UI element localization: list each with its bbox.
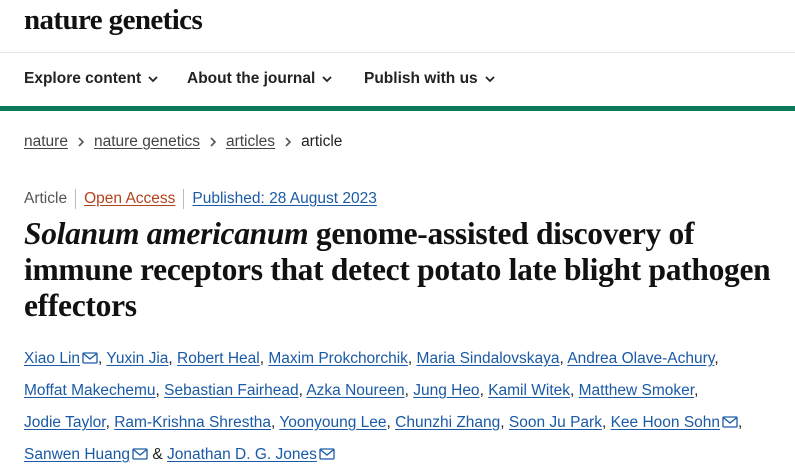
brand-divider [0,106,795,111]
author-link[interactable]: Jung Heo [413,382,479,399]
chevron-down-icon [148,76,158,83]
author-link[interactable]: Ram-Krishna Shrestha [114,414,271,431]
nav-item-label: Publish with us [364,70,478,87]
author-link[interactable]: Xiao Lin [24,350,80,367]
article-type: Article [24,190,68,207]
chevron-right-icon [78,137,85,147]
chevron-right-icon [210,137,217,147]
breadcrumb-articles[interactable]: articles [226,133,275,151]
author-separator: , [559,350,564,367]
author-separator: , [500,414,505,431]
email-icon[interactable] [722,416,738,428]
author-separator: , [155,382,160,399]
chevron-right-icon [285,137,292,147]
email-icon[interactable] [132,448,148,460]
meta-divider [183,189,185,209]
author-separator: , [714,350,719,367]
author-separator: , [738,414,743,431]
author-link[interactable]: Yoonyoung Lee [279,414,386,431]
breadcrumb-nature-genetics[interactable]: nature genetics [94,133,200,151]
author-link[interactable]: Kee Hoon Sohn [611,414,720,431]
chevron-down-icon [485,76,495,83]
author-separator: , [105,414,110,431]
author-link[interactable]: Sebastian Fairhead [164,382,298,399]
article-title: Solanum americanum genome-assisted disco… [24,216,784,324]
main-nav: Explore content About the journal Publis… [0,53,795,105]
email-icon[interactable] [82,352,98,364]
author-link[interactable]: Soon Ju Park [509,414,602,431]
author-separator: , [570,382,575,399]
nav-explore-content[interactable]: Explore content [24,70,158,88]
breadcrumb: nature nature genetics articles article [24,133,342,151]
email-icon[interactable] [319,448,335,460]
author-link[interactable]: Azka Noureen [306,382,404,399]
author-separator: , [298,382,303,399]
article-meta: Article Open Access Published: 28 August… [24,189,377,209]
author-separator: , [694,382,699,399]
author-separator: , [98,350,103,367]
meta-divider [75,189,77,209]
author-link[interactable]: Jonathan D. G. Jones [167,446,317,463]
author-link[interactable]: Jodie Taylor [24,414,106,431]
nav-about-journal[interactable]: About the journal [187,70,332,88]
author-link[interactable]: Moffat Makechemu [24,382,156,399]
journal-logo[interactable]: nature genetics [24,4,203,37]
author-link[interactable]: Kamil Witek [488,382,570,399]
author-separator: , [259,350,265,367]
author-separator: , [271,414,276,431]
author-separator: , [404,382,409,399]
author-separator: , [479,382,484,399]
author-link[interactable]: Matthew Smoker [579,382,694,399]
author-link[interactable]: Robert Heal [177,350,260,367]
breadcrumb-nature[interactable]: nature [24,133,68,151]
author-joiner: & [152,446,163,463]
nav-publish-with-us[interactable]: Publish with us [364,70,495,88]
author-separator: , [601,414,607,431]
author-separator: , [386,414,391,431]
author-link[interactable]: Yuxin Jia [106,350,168,367]
nav-item-label: Explore content [24,70,142,87]
author-link[interactable]: Maria Sindalovskaya [417,350,560,367]
author-separator: , [407,350,413,367]
author-separator: , [168,350,173,367]
author-link[interactable]: Chunzhi Zhang [395,414,500,431]
article-title-italic: Solanum americanum [24,216,309,251]
author-link[interactable]: Andrea Olave-Achury [567,350,714,367]
chevron-down-icon [322,76,332,83]
author-list: Xiao Lin, Yuxin Jia, Robert Heal, Maxim … [24,343,779,471]
breadcrumb-current: article [301,133,343,150]
author-link[interactable]: Sanwen Huang [24,446,130,463]
nav-item-label: About the journal [187,70,316,87]
open-access-link[interactable]: Open Access [84,190,175,208]
author-link[interactable]: Maxim Prokchorchik [268,350,408,367]
journal-header: nature genetics [0,0,795,53]
published-date-link[interactable]: Published: 28 August 2023 [192,190,376,208]
